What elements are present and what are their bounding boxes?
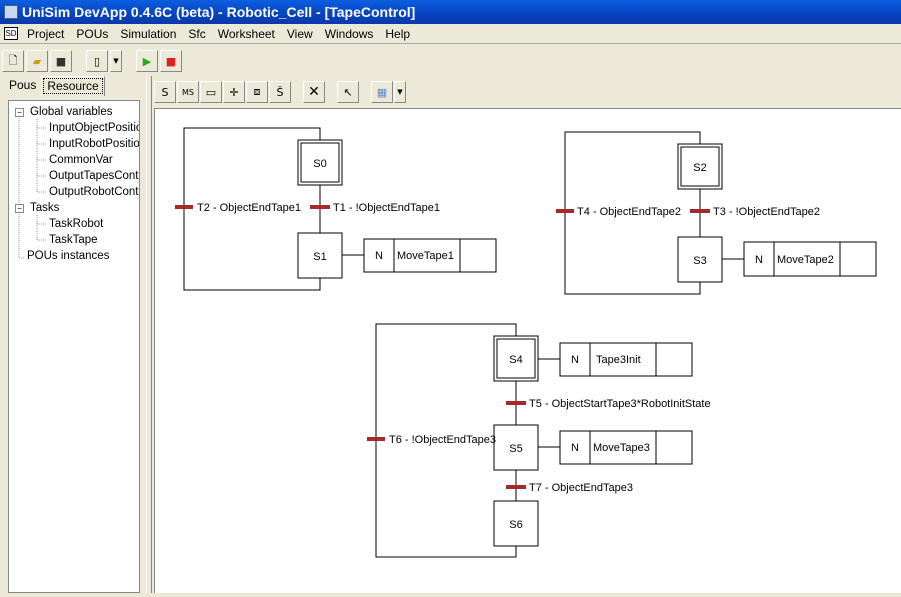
action-qualifier-label: N: [375, 250, 383, 262]
open-folder-icon: ▰: [32, 54, 42, 68]
step-label: S0: [313, 158, 326, 170]
tab-resource[interactable]: Resource: [41, 76, 105, 96]
collapse-tasks[interactable]: −: [15, 204, 24, 213]
step-label: S5: [509, 443, 522, 455]
sfc-editor: S MS ▭ ✛ ⧈ Š ✕ ↖ ▦ ▼ S0 S1 S2 S3 S4 S5 S…: [152, 76, 901, 593]
action-qualifier-label: N: [571, 354, 579, 366]
step-label: S1: [313, 251, 326, 263]
action-extra[interactable]: [459, 238, 497, 273]
transition-label: T6 - !ObjectEndTape3: [389, 434, 496, 446]
transition-label: T4 - ObjectEndTape2: [577, 206, 681, 218]
format-icon: ▦: [376, 85, 388, 99]
format-dropdown[interactable]: ▼: [394, 81, 406, 103]
add-initial-step-button[interactable]: ⧈: [246, 81, 268, 103]
step-label: S2: [693, 162, 706, 174]
chevron-down-icon: ▼: [397, 88, 403, 96]
resource-panel: Pous Resource − Global variables InputOb…: [0, 76, 146, 593]
app-icon: [4, 5, 18, 19]
tab-pous[interactable]: Pous: [4, 76, 41, 96]
add-macro-step-button[interactable]: MS: [177, 81, 199, 103]
action-name-label: MoveTape1: [397, 250, 454, 262]
format-button[interactable]: ▦: [371, 81, 393, 103]
run-simulation-button[interactable]: ▶: [136, 50, 158, 72]
menu-view[interactable]: View: [281, 27, 319, 41]
tree-global-variables[interactable]: Global variables: [30, 104, 112, 120]
tree-var-item[interactable]: InputObjectPosition: [49, 120, 139, 136]
action-icon: ▭: [205, 85, 217, 99]
menu-sfc[interactable]: Sfc: [182, 27, 211, 41]
menu-worksheet[interactable]: Worksheet: [212, 27, 281, 41]
action-extra[interactable]: [655, 430, 693, 465]
sfc-diagram: S0 S1 S2 S3 S4 S5 S6 T1 - !ObjectEndTape…: [175, 127, 877, 558]
pou-button[interactable]: ▯: [86, 50, 108, 72]
menu-help[interactable]: Help: [379, 27, 416, 41]
transition-label: T5 - ObjectStartTape3*RobotInitState: [529, 398, 711, 410]
delete-icon: ✕: [308, 84, 320, 100]
main-toolbar: 🗋 ▰ ■ ▯ ▼ ▶ ■: [0, 48, 901, 74]
new-file-icon: 🗋: [8, 53, 18, 67]
add-action-button[interactable]: ▭: [200, 81, 222, 103]
save-button[interactable]: ■: [50, 50, 72, 72]
step-label: S3: [693, 255, 706, 267]
stop-simulation-button[interactable]: ■: [160, 50, 182, 72]
collapse-global-variables[interactable]: −: [15, 108, 24, 117]
menu-simulation[interactable]: Simulation: [114, 27, 182, 41]
step-label: S4: [509, 354, 522, 366]
chevron-down-icon: ▼: [113, 57, 119, 65]
window-title: UniSim DevApp 0.4.6C (beta) - Robotic_Ce…: [22, 4, 416, 20]
tree-task-item[interactable]: TaskTape: [49, 232, 98, 248]
action-name-label: MoveTape3: [593, 442, 650, 454]
tree-var-item[interactable]: OutputTapesControl: [49, 168, 139, 184]
tree-tasks[interactable]: Tasks: [30, 200, 59, 216]
macro-step-icon: MS: [182, 87, 194, 97]
action-extra[interactable]: [655, 342, 693, 377]
sfc-canvas[interactable]: S0 S1 S2 S3 S4 S5 S6 T1 - !ObjectEndTape…: [154, 108, 901, 593]
title-bar: UniSim DevApp 0.4.6C (beta) - Robotic_Ce…: [0, 0, 901, 24]
resource-tree: − Global variables InputObjectPosition I…: [8, 100, 140, 593]
document-icon[interactable]: SD: [4, 27, 18, 40]
save-icon: ■: [55, 54, 67, 68]
pou-dropdown[interactable]: ▼: [110, 50, 122, 72]
menu-bar: SD Project POUs Simulation Sfc Worksheet…: [0, 24, 901, 44]
select-button[interactable]: ↖: [337, 81, 359, 103]
delete-button[interactable]: ✕: [303, 81, 325, 103]
open-button[interactable]: ▰: [26, 50, 48, 72]
menu-windows[interactable]: Windows: [319, 27, 380, 41]
add-step-button[interactable]: S: [154, 81, 176, 103]
transition-icon: ✛: [229, 85, 239, 99]
step-icon: S: [161, 85, 169, 99]
sfc-toolbar: S MS ▭ ✛ ⧈ Š ✕ ↖ ▦ ▼: [154, 80, 406, 104]
new-file-button[interactable]: 🗋: [2, 50, 24, 72]
tree-pou-instances[interactable]: POUs instances: [27, 248, 109, 264]
tree-task-item[interactable]: TaskRobot: [49, 216, 103, 232]
pou-icon: ▯: [93, 54, 101, 68]
action-extra[interactable]: [839, 241, 877, 277]
cursor-icon: ↖: [343, 85, 353, 99]
stop-simulation-icon: ■: [165, 54, 177, 68]
add-jump-button[interactable]: Š: [269, 81, 291, 103]
tree-var-item[interactable]: InputRobotPosition: [49, 136, 139, 152]
action-name-label: MoveTape2: [777, 254, 834, 266]
menu-pous[interactable]: POUs: [70, 27, 114, 41]
jump-icon: Š: [276, 85, 284, 99]
action-name-label: Tape3Init: [596, 354, 641, 366]
action-qualifier-label: N: [755, 254, 763, 266]
add-transition-button[interactable]: ✛: [223, 81, 245, 103]
menu-project[interactable]: Project: [21, 27, 70, 41]
transition-label: T7 - ObjectEndTape3: [529, 482, 633, 494]
tree-var-item[interactable]: CommonVar: [49, 152, 113, 168]
transition-label: T3 - !ObjectEndTape2: [713, 206, 820, 218]
action-qualifier-label: N: [571, 442, 579, 454]
transition-label: T2 - ObjectEndTape1: [197, 202, 301, 214]
step-label: S6: [509, 519, 522, 531]
tree-var-item[interactable]: OutputRobotControl: [49, 184, 139, 200]
initial-step-icon: ⧈: [253, 85, 261, 98]
transition-label: T1 - !ObjectEndTape1: [333, 202, 440, 214]
run-simulation-icon: ▶: [142, 54, 152, 68]
